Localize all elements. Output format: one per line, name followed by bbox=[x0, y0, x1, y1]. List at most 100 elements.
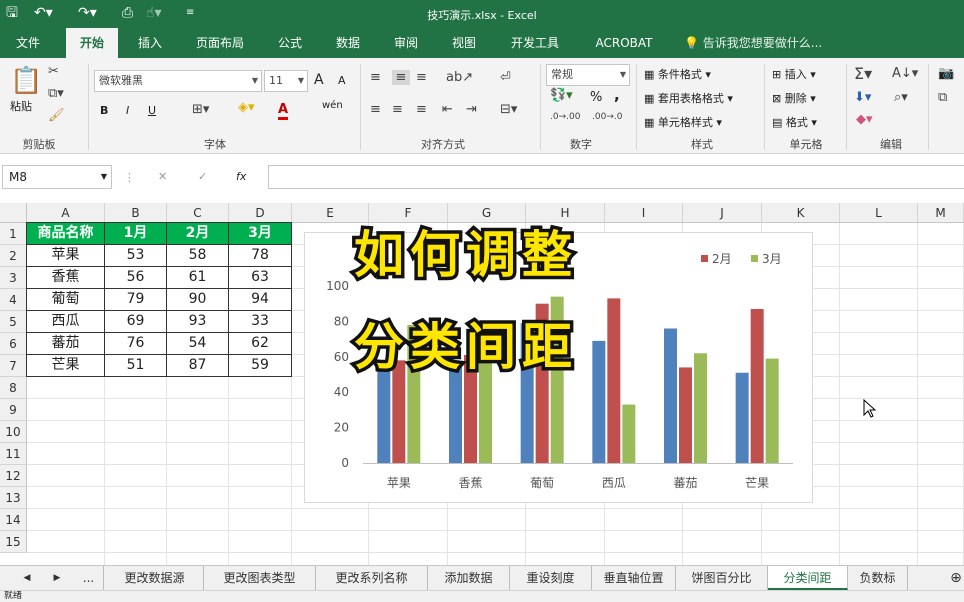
table-cell[interactable]: 69 bbox=[105, 311, 167, 333]
phonetic-button[interactable]: wén bbox=[322, 100, 343, 111]
fill-icon[interactable]: ⬇▾ bbox=[854, 90, 871, 105]
sheet-tab[interactable]: 添加数据 bbox=[428, 566, 510, 590]
format-painter-icon[interactable]: 🖌 bbox=[48, 108, 65, 123]
sheet-tab[interactable]: 垂直轴位置 bbox=[592, 566, 676, 590]
table-cell[interactable]: 58 bbox=[167, 245, 229, 267]
tab-review[interactable]: 审阅 bbox=[384, 28, 428, 58]
table-cell[interactable]: 芒果 bbox=[27, 355, 105, 377]
tab-data[interactable]: 数据 bbox=[326, 28, 370, 58]
tab-insert[interactable]: 插入 bbox=[128, 28, 172, 58]
autosum-icon[interactable]: Σ▾ bbox=[854, 64, 872, 83]
grow-font-button[interactable]: A bbox=[314, 72, 324, 88]
tab-formulas[interactable]: 公式 bbox=[268, 28, 312, 58]
cell-styles-button[interactable]: ▦ 单元格样式 ▾ bbox=[644, 114, 722, 130]
increase-indent-icon[interactable]: ⇥ bbox=[466, 102, 477, 117]
align-left-icon[interactable]: ≡ bbox=[370, 102, 381, 117]
bar-1月-苹果[interactable] bbox=[377, 369, 391, 463]
column-header-a[interactable]: A bbox=[27, 203, 105, 223]
copy-icon[interactable]: ⧉▾ bbox=[48, 86, 64, 101]
align-middle-icon[interactable]: ≡ bbox=[392, 70, 410, 85]
formula-input[interactable] bbox=[268, 165, 964, 189]
bar-1月-芒果[interactable] bbox=[735, 372, 749, 463]
column-header-c[interactable]: C bbox=[167, 203, 229, 223]
bar-2月-芒果[interactable] bbox=[750, 309, 764, 463]
cancel-button[interactable]: ✕ bbox=[158, 170, 167, 183]
row-header-6[interactable]: 6 bbox=[0, 333, 27, 355]
bar-2月-蕃茄[interactable] bbox=[679, 367, 692, 463]
row-header-12[interactable]: 12 bbox=[0, 465, 27, 487]
table-header-cell[interactable]: 1月 bbox=[105, 223, 167, 245]
insert-cells-button[interactable]: ⊞ 插入 ▾ bbox=[772, 66, 816, 82]
table-header-cell[interactable]: 2月 bbox=[167, 223, 229, 245]
row-header-8[interactable]: 8 bbox=[0, 377, 27, 399]
tab-acrobat[interactable]: ACROBAT bbox=[584, 28, 664, 58]
column-header-j[interactable]: J bbox=[683, 203, 762, 223]
table-cell[interactable]: 33 bbox=[229, 311, 292, 333]
bold-button[interactable]: B bbox=[100, 104, 108, 117]
table-cell[interactable]: 51 bbox=[105, 355, 167, 377]
bar-3月-西瓜[interactable] bbox=[622, 404, 636, 463]
decrease-indent-icon[interactable]: ⇤ bbox=[442, 102, 453, 117]
cut-icon[interactable]: ✂ bbox=[48, 64, 59, 79]
row-header-10[interactable]: 10 bbox=[0, 421, 27, 443]
sheet-tab[interactable]: 重设刻度 bbox=[510, 566, 592, 590]
tell-me-box[interactable]: 💡 告诉我您想要做什么... bbox=[684, 28, 844, 58]
column-header-l[interactable]: L bbox=[840, 203, 918, 223]
conditional-format-button[interactable]: ▦ 条件格式 ▾ bbox=[644, 66, 711, 82]
table-cell[interactable]: 76 bbox=[105, 333, 167, 355]
table-cell[interactable]: 59 bbox=[229, 355, 292, 377]
tab-home[interactable]: 开始 bbox=[66, 28, 118, 58]
bar-3月-蕃茄[interactable] bbox=[694, 353, 707, 463]
paste-button[interactable]: 粘贴 bbox=[10, 98, 32, 114]
comma-button[interactable]: , bbox=[614, 86, 620, 104]
currency-icon[interactable]: 💱▾ bbox=[550, 88, 573, 103]
table-cell[interactable]: 87 bbox=[167, 355, 229, 377]
table-cell[interactable]: 93 bbox=[167, 311, 229, 333]
bar-3月-芒果[interactable] bbox=[765, 358, 779, 463]
clear-icon[interactable]: ◆▾ bbox=[856, 112, 873, 127]
sheet-next-button[interactable]: ▶ bbox=[44, 566, 70, 590]
column-header-d[interactable]: D bbox=[229, 203, 292, 223]
table-cell[interactable]: 56 bbox=[105, 267, 167, 289]
border-icon[interactable]: ⊞▾ bbox=[192, 102, 209, 117]
sheet-tab[interactable]: 更改系列名称 bbox=[316, 566, 428, 590]
tab-developer[interactable]: 开发工具 bbox=[500, 28, 570, 58]
font-size-select[interactable]: 11 ▼ bbox=[264, 70, 308, 92]
row-header-1[interactable]: 1 bbox=[0, 223, 27, 245]
table-cell[interactable]: 葡萄 bbox=[27, 289, 105, 311]
format-as-table-button[interactable]: ▦ 套用表格格式 ▾ bbox=[644, 90, 733, 106]
table-cell[interactable]: 苹果 bbox=[27, 245, 105, 267]
sheet-tab[interactable]: 分类间距 bbox=[768, 566, 848, 590]
find-select-icon[interactable]: ⌕▾ bbox=[894, 90, 908, 105]
sheet-tab[interactable]: 负数标 bbox=[848, 566, 908, 590]
select-all-corner[interactable] bbox=[0, 203, 27, 223]
decrease-decimal-icon[interactable]: .00→.0 bbox=[592, 112, 622, 122]
column-header-b[interactable]: B bbox=[105, 203, 167, 223]
sheet-tab[interactable]: 更改数据源 bbox=[106, 566, 204, 590]
tab-view[interactable]: 视图 bbox=[442, 28, 486, 58]
row-header-14[interactable]: 14 bbox=[0, 509, 27, 531]
font-color-icon[interactable]: A bbox=[278, 102, 289, 120]
table-cell[interactable]: 54 bbox=[167, 333, 229, 355]
font-name-select[interactable]: 微软雅黑 ▼ bbox=[94, 70, 262, 92]
percent-button[interactable]: % bbox=[590, 90, 602, 105]
table-cell[interactable]: 94 bbox=[229, 289, 292, 311]
enter-button[interactable]: ✓ bbox=[198, 170, 207, 183]
bar-1月-西瓜[interactable] bbox=[592, 340, 606, 463]
row-header-5[interactable]: 5 bbox=[0, 311, 27, 333]
sheet-tab[interactable]: 饼图百分比 bbox=[676, 566, 768, 590]
table-cell[interactable]: 蕃茄 bbox=[27, 333, 105, 355]
align-bottom-icon[interactable]: ≡ bbox=[416, 70, 427, 85]
table-cell[interactable]: 90 bbox=[167, 289, 229, 311]
sort-filter-icon[interactable]: A↓▾ bbox=[892, 66, 918, 81]
row-header-2[interactable]: 2 bbox=[0, 245, 27, 267]
table-cell[interactable]: 62 bbox=[229, 333, 292, 355]
camera-icon[interactable]: 📷 bbox=[938, 66, 954, 81]
add-sheet-icon[interactable]: ⊕ bbox=[948, 566, 964, 590]
align-top-icon[interactable]: ≡ bbox=[370, 70, 381, 85]
number-format-select[interactable]: 常规 ▼ bbox=[546, 64, 630, 86]
row-header-4[interactable]: 4 bbox=[0, 289, 27, 311]
row-header-11[interactable]: 11 bbox=[0, 443, 27, 465]
row-header-15[interactable]: 15 bbox=[0, 531, 27, 553]
align-center-icon[interactable]: ≡ bbox=[392, 102, 403, 117]
